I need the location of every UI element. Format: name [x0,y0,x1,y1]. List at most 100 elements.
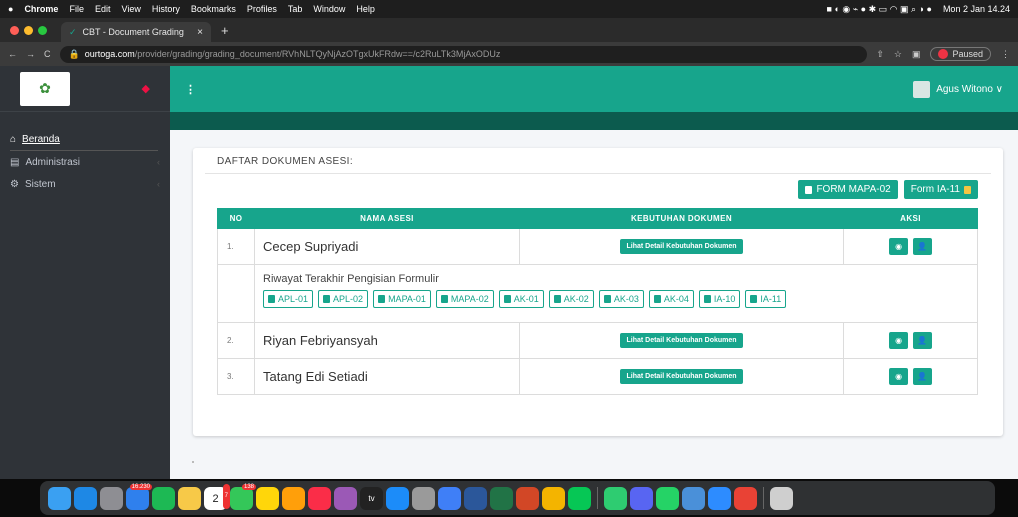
sidepanel-icon[interactable]: ▣ [912,49,921,60]
zoom-app-icon[interactable] [708,486,731,510]
menu-view[interactable]: View [121,4,140,14]
sidebar-item-label: Administrasi [25,156,80,168]
notes-app-icon[interactable] [256,486,279,510]
dock-separator [763,487,764,509]
sidebar-item-sistem[interactable]: ⚙ Sistem ‹ [0,173,170,195]
bookmark-star-icon[interactable]: ☆ [894,49,902,60]
powerpoint-icon[interactable] [516,486,539,510]
launchpad-icon[interactable] [100,486,123,510]
back-icon[interactable]: ← [8,49,17,59]
trash-icon[interactable] [770,486,793,510]
keynote-icon[interactable] [438,486,461,510]
status-icons[interactable]: ■ ◐ ◉ ⌁ ● ✱ ▭ ◠ ▣ ⌕ ◑ ● [827,4,932,15]
menu-history[interactable]: History [152,4,180,14]
podcasts-icon[interactable] [334,486,357,510]
reload-icon[interactable]: C [44,49,51,59]
close-tab-icon[interactable]: × [197,27,203,38]
form-mapa-01-button[interactable]: MAPA-01 [373,290,431,308]
form-apl-02-button[interactable]: APL-02 [318,290,369,308]
preview-icon[interactable] [682,486,705,510]
document-icon [553,295,561,303]
word-icon[interactable] [464,486,487,510]
finder-icon[interactable] [48,486,71,510]
history-row: Riwayat Terakhir Pengisian Formulir APL-… [217,264,978,323]
document-list-card: DAFTAR DOKUMEN ASESI: FORM MAPA-02 Form … [193,148,1003,436]
app-store-icon[interactable] [386,486,409,510]
sidebar-item-administrasi[interactable]: ▤ Administrasi ‹ [0,151,170,173]
menu-clock[interactable]: Mon 2 Jan 14.24 [943,4,1010,14]
excel-icon[interactable] [490,486,513,510]
music-icon[interactable] [308,486,331,510]
sidebar-pin-icon[interactable]: ◆ [142,82,150,95]
menu-tab[interactable]: Tab [288,4,303,14]
address-bar[interactable]: 🔒 ourtoga.com/provider/grading/grading_d… [59,45,868,63]
more-menu-icon[interactable]: ⋮ [1001,49,1010,60]
card-divider [205,173,991,174]
menu-chrome[interactable]: Chrome [24,4,58,14]
user-assign-icon[interactable]: 👤 [912,332,932,349]
row-number: 3. [217,358,255,395]
menu-bookmarks[interactable]: Bookmarks [191,4,236,14]
form-ia-10-button[interactable]: IA-10 [698,290,741,308]
browser-tab[interactable]: ✓ CBT - Document Grading × [61,22,211,42]
apple-tv-icon[interactable]: tv [360,486,383,510]
view-requirements-button[interactable]: Lihat Detail Kebutuhan Dokumen [620,333,743,348]
user-menu[interactable]: Agus Witono ∨ [913,80,1003,98]
chrome-app-icon[interactable] [734,486,757,510]
whatsapp-icon[interactable] [656,486,679,510]
history-spacer [217,264,255,323]
vpn-icon[interactable] [604,486,627,510]
calendar-icon[interactable]: 27 [204,483,230,510]
new-tab-icon[interactable]: + [221,23,229,38]
form-ia-11-history-button[interactable]: IA-11 [745,290,787,308]
form-label: AK-03 [613,294,639,304]
photos-icon[interactable] [282,486,305,510]
share-icon[interactable]: ⇧ [876,49,884,60]
forward-icon[interactable]: → [26,49,35,59]
close-window-icon[interactable] [10,25,19,35]
form-ak-02-button[interactable]: AK-02 [548,290,594,308]
form-ak-01-button[interactable]: AK-01 [498,290,544,308]
mail-icon[interactable]: 16.230 [126,483,152,510]
user-assign-icon[interactable]: 👤 [912,238,932,255]
form-ia-11-label: Form IA-11 [910,184,960,195]
line-icon[interactable] [568,486,591,510]
safari-icon[interactable] [74,486,97,510]
browser-tab-bar: ✓ CBT - Document Grading × + [0,18,1018,42]
view-requirements-button[interactable]: Lihat Detail Kebutuhan Dokumen [620,369,743,384]
spotify-icon[interactable] [152,486,175,510]
form-mapa-02-button[interactable]: FORM MAPA-02 [798,180,898,199]
form-label: MAPA-02 [450,294,489,304]
menu-edit[interactable]: Edit [95,4,111,14]
profile-paused-button[interactable]: Paused [930,47,991,61]
document-icon [653,295,661,303]
eye-icon[interactable]: ◉ [889,368,909,385]
top-navbar: ⋮ Agus Witono ∨ [170,66,1018,112]
view-requirements-button[interactable]: Lihat Detail Kebutuhan Dokumen [620,239,743,254]
menu-toggle-icon[interactable]: ⋮ [185,83,196,96]
discord-icon[interactable] [630,486,653,510]
brand-logo[interactable]: ✿ [20,71,70,106]
eye-icon[interactable]: ◉ [889,238,909,255]
footer-dot [192,461,194,463]
minimize-window-icon[interactable] [24,25,33,35]
eye-icon[interactable]: ◉ [889,332,909,349]
form-ia-11-button[interactable]: Form IA-11 [903,180,978,199]
form-apl-01-button[interactable]: APL-01 [263,290,314,308]
form-ak-04-button[interactable]: AK-04 [648,290,694,308]
settings-icon[interactable] [412,486,435,510]
messages-icon[interactable]: 138 [230,483,256,510]
menu-profiles[interactable]: Profiles [247,4,277,14]
sidebar-item-beranda[interactable]: ⌂ Beranda [0,128,170,150]
form-mapa-02-history-button[interactable]: MAPA-02 [435,290,494,308]
zoom-window-icon[interactable] [38,25,47,35]
notes-icon[interactable] [178,486,201,510]
home-icon: ⌂ [10,133,17,145]
form-ak-03-button[interactable]: AK-03 [598,290,644,308]
menu-file[interactable]: File [69,4,84,14]
user-assign-icon[interactable]: 👤 [912,368,932,385]
apple-icon[interactable]: ● [8,4,13,14]
menu-window[interactable]: Window [313,4,345,14]
chrome-icon[interactable] [542,486,565,510]
menu-help[interactable]: Help [356,4,375,14]
